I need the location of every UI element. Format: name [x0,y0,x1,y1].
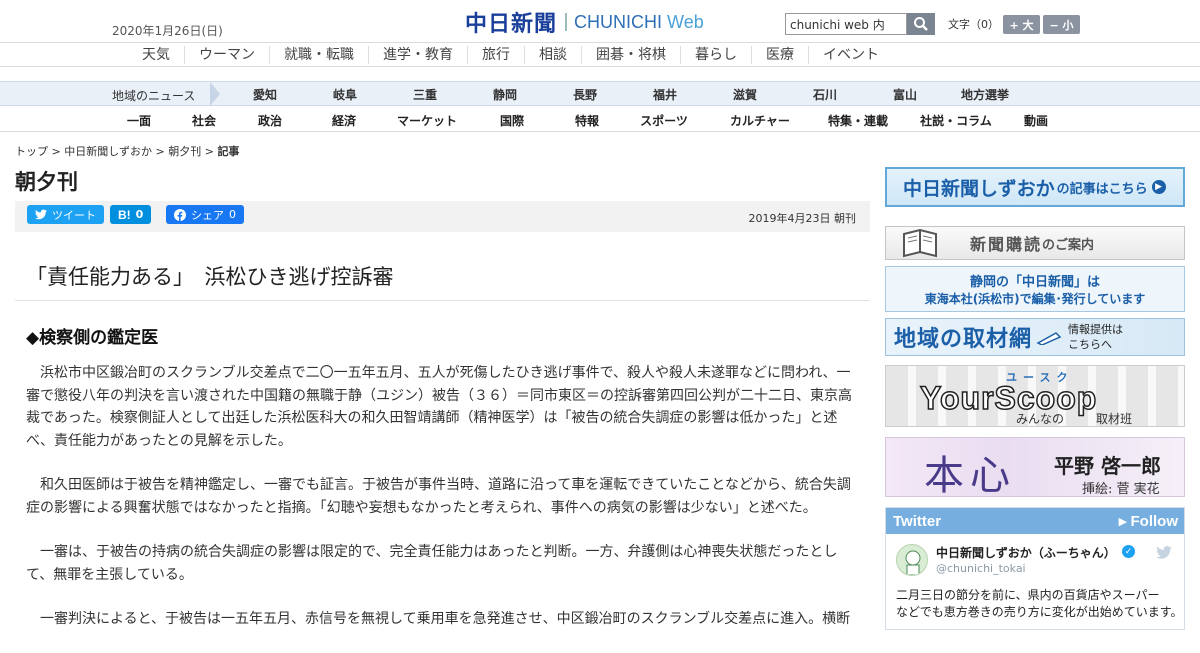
font-decrease-button[interactable]: − 小 [1043,15,1080,34]
category-nav-item[interactable]: 政治 [240,112,300,129]
regional-network-banner[interactable]: 地域の取材網 情報提供は こちらへ [885,318,1185,356]
font-increase-button[interactable]: + 大 [1003,15,1040,34]
site-logo[interactable]: 中日新聞 CHUNICHI Web [465,9,704,37]
publish-date: 2019年4月23日 朝刊 [748,212,857,225]
twitter-widget: Twitter ▸ Follow 中日新聞しずおか（ふーちゃん） ✓ @chun… [885,507,1185,630]
logo-japanese: 中日新聞 [465,11,558,37]
category-nav-item[interactable]: 一面 [110,112,168,129]
tweet-button[interactable]: ツイート [27,205,104,224]
category-nav-item[interactable]: スポーツ [616,112,712,129]
newspaper-icon [900,228,940,258]
service-nav-item[interactable]: 進学・教育 [368,46,467,64]
region-item-elections[interactable]: 地方選挙 [945,86,1025,103]
region-item-nagano[interactable]: 長野 [545,86,625,103]
pencil-icon [1036,330,1062,346]
service-nav-item[interactable]: 医療 [751,46,808,64]
font-size-label: 文字（0） [948,18,999,31]
region-item-mie[interactable]: 三重 [385,86,465,103]
hatena-count: 0 [135,208,144,221]
service-nav-item[interactable]: 旅行 [467,46,524,64]
tweet-text: 二月三日の節分を前に、県内の百貨店やスーパー などでも恵方巻きの売り方に変化が出… [896,588,1183,619]
service-nav-item[interactable]: ウーマン [184,46,269,64]
site-search [785,13,935,35]
service-nav-item[interactable]: 暮らし [680,46,751,64]
facebook-share-button[interactable]: シェア 0 [166,205,244,224]
facebook-count: 0 [229,208,236,221]
current-date: 2020年1月26日(日) [112,24,223,38]
service-nav-item[interactable]: 囲碁・将棋 [581,46,680,64]
region-nav: 地域のニュース 愛知 岐阜 三重 静岡 長野 福井 滋賀 石川 富山 地方選挙 [0,81,1200,106]
twitter-follow-link[interactable]: ▸ Follow [1119,512,1178,530]
service-nav-item[interactable]: 就職・転職 [269,46,368,64]
yourscoop-banner[interactable]: ユースク YourScoop みんなの 取材班 [885,365,1185,427]
site-header: 2020年1月26日(日) 中日新聞 CHUNICHI Web 文字（0） + … [0,0,1200,43]
service-nav-item[interactable]: 天気 [128,46,184,64]
category-nav-item[interactable]: 社説・コラム [908,112,1004,129]
tweet-item[interactable]: 中日新聞しずおか（ふーちゃん） ✓ @chunichi_tokai 二月三日の節… [886,534,1184,629]
verified-icon: ✓ [1122,545,1135,558]
tweet-account-name[interactable]: 中日新聞しずおか（ふーちゃん） [936,544,1116,561]
category-nav-item[interactable]: 社会 [168,112,240,129]
region-item-aichi[interactable]: 愛知 [225,86,305,103]
twitter-widget-header: Twitter ▸ Follow [886,508,1184,534]
region-item-fukui[interactable]: 福井 [625,86,705,103]
search-button[interactable] [907,13,935,35]
headline-divider [15,300,870,301]
breadcrumb-top[interactable]: トップ [15,145,48,158]
honshin-serial-banner[interactable]: 本心 平野 啓一郎 挿絵: 菅 実花 [885,437,1185,497]
article-paragraph: 一審判決によると、于被告は一五年五月、赤信号を無視して乗用車を急発進させ、中区鍛… [40,611,851,627]
category-nav-item[interactable]: 動画 [1004,112,1068,129]
breadcrumb: トップ > 中日新聞しずおか > 朝夕刊 > 記事 [15,145,240,158]
breadcrumb-current: 記事 [217,145,240,158]
region-item-ishikawa[interactable]: 石川 [785,86,865,103]
tweet-handle[interactable]: @chunichi_tokai [936,562,1026,575]
search-input[interactable] [785,13,907,35]
article-paragraph: 浜松市中区鍛冶町のスクランブル交差点で二〇一五年五月、五人が死傷したひき逃げ事件… [26,365,852,449]
hatena-b-icon: B! [118,207,131,222]
article-headline: 「責任能力ある」 浜松ひき逃げ控訴審 [26,265,394,289]
arrow-circle-icon: ▶ [1151,180,1166,194]
twitter-bird-icon [35,209,47,220]
article-body: 浜松市中区鍛冶町のスクランブル交差点で二〇一五年五月、五人が死傷したひき逃げ事件… [26,362,854,653]
hatena-bookmark-button[interactable]: B! 0 [110,205,152,224]
category-nav-item[interactable]: 国際 [466,112,558,129]
region-arrow-icon [210,82,220,106]
region-item-shizuoka[interactable]: 静岡 [465,86,545,103]
category-nav-item[interactable]: 経済 [300,112,388,129]
breadcrumb-site[interactable]: 中日新聞しずおか [64,145,152,158]
region-item-gifu[interactable]: 岐阜 [305,86,385,103]
tokai-hq-banner[interactable]: 静岡の「中日新聞」は 東海本社(浜松市)で編集･発行しています [885,266,1185,312]
article-paragraph: 和久田医師は于被告を精神鑑定し、一審でも証言。于被告が事件当時、道路に沿って車を… [26,477,851,516]
share-bar: ツイート B! 0 シェア 0 2019年4月23日 朝刊 [15,201,870,232]
category-nav-item[interactable]: マーケット [388,112,466,129]
facebook-icon [174,208,186,221]
logo-divider [565,13,568,31]
category-nav-item[interactable]: カルチャー [712,112,808,129]
logo-english: CHUNICHI Web [574,11,704,32]
section-title: 朝夕刊 [15,170,78,194]
avatar [896,544,928,576]
subscription-banner[interactable]: 新聞購読 のご案内 [885,226,1185,260]
category-nav-item[interactable]: 特集・連載 [808,112,908,129]
category-nav-item[interactable]: 特報 [558,112,616,129]
region-item-shiga[interactable]: 滋賀 [705,86,785,103]
service-nav-item[interactable]: 相談 [524,46,581,64]
service-nav: 天気 ウーマン 就職・転職 進学・教育 旅行 相談 囲碁・将棋 暮らし 医療 イ… [0,43,1200,67]
region-item-toyama[interactable]: 富山 [865,86,945,103]
category-nav: 一面 社会 政治 経済 マーケット 国際 特報 スポーツ カルチャー 特集・連載… [0,107,1200,132]
article-subhead: ◆検察側の鑑定医 [26,328,159,348]
breadcrumb-section[interactable]: 朝夕刊 [168,145,201,158]
region-nav-label: 地域のニュース [112,89,196,103]
twitter-bird-icon [1156,546,1172,559]
search-icon [914,17,928,31]
shizuoka-articles-banner[interactable]: 中日新聞しずおか の記事はこちら ▶ [885,167,1185,207]
service-nav-item[interactable]: イベント [808,46,893,64]
article-paragraph: 一審は、于被告の持病の統合失調症の影響は限定的で、完全責任能力はあったと判断。一… [26,544,838,583]
